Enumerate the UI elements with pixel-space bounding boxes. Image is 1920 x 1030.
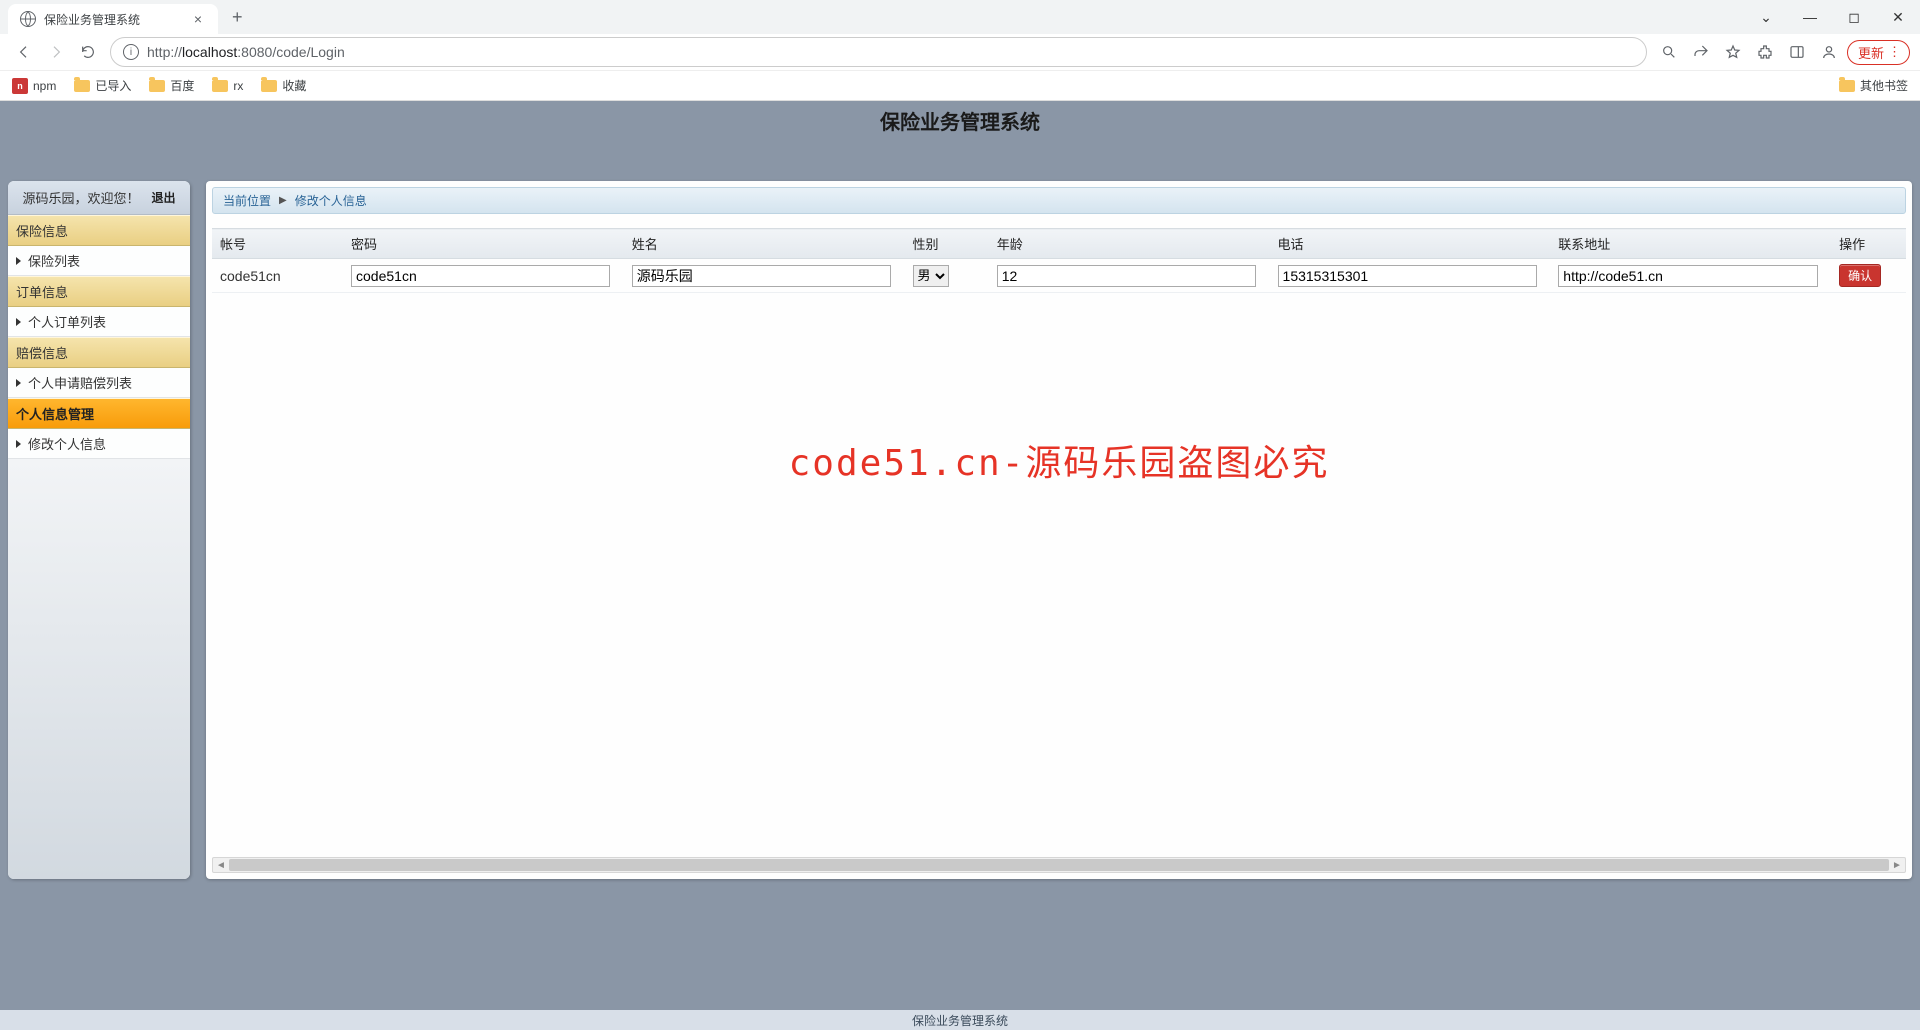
th-name: 姓名 (624, 229, 905, 259)
breadcrumb-root[interactable]: 当前位置 (223, 192, 271, 209)
scrollbar-thumb[interactable] (229, 859, 1889, 871)
browser-tab[interactable]: 保险业务管理系统 × (8, 4, 218, 34)
nav-bar: i http://localhost:8080/code/Login 更新 ⋮ (0, 34, 1920, 70)
sidebar-item-insurance-list[interactable]: 保险列表 (8, 246, 190, 276)
gender-select[interactable]: 男 (913, 265, 949, 287)
folder-icon (1839, 80, 1855, 92)
th-age: 年龄 (989, 229, 1270, 259)
window-close-icon[interactable]: ✕ (1876, 2, 1920, 32)
th-password: 密码 (343, 229, 624, 259)
npm-icon: n (12, 78, 28, 94)
bookmark-other[interactable]: 其他书签 (1839, 77, 1908, 94)
cell-account: code51cn (212, 259, 343, 293)
th-phone: 电话 (1270, 229, 1551, 259)
new-tab-button[interactable]: + (218, 7, 257, 28)
star-icon[interactable] (1719, 38, 1747, 66)
th-action: 操作 (1831, 229, 1906, 259)
sidebar-cat-order[interactable]: 订单信息 (8, 276, 190, 307)
password-field[interactable] (351, 265, 610, 287)
sidebar-cat-insurance[interactable]: 保险信息 (8, 215, 190, 246)
footer-text: 保险业务管理系统 (912, 1012, 1008, 1029)
page-title: 保险业务管理系统 (880, 106, 1040, 135)
table-row: code51cn 男 确认 (212, 259, 1906, 293)
th-address: 联系地址 (1550, 229, 1831, 259)
url-host: localhost (182, 44, 237, 60)
share-icon[interactable] (1687, 38, 1715, 66)
chevron-down-icon[interactable]: ⌄ (1744, 2, 1788, 32)
zoom-icon[interactable] (1655, 38, 1683, 66)
back-button[interactable] (10, 38, 38, 66)
sidepanel-icon[interactable] (1783, 38, 1811, 66)
forward-button[interactable] (42, 38, 70, 66)
extensions-icon[interactable] (1751, 38, 1779, 66)
sidebar-cat-profile[interactable]: 个人信息管理 (8, 398, 190, 429)
scroll-right-icon[interactable]: ► (1889, 858, 1905, 872)
breadcrumb-current[interactable]: 修改个人信息 (295, 192, 367, 209)
tab-title: 保险业务管理系统 (44, 11, 190, 28)
url-path: /code/Login (272, 44, 344, 60)
name-field[interactable] (632, 265, 891, 287)
sidebar-item-edit-profile[interactable]: 修改个人信息 (8, 429, 190, 459)
logout-button[interactable]: 退出 (152, 189, 176, 206)
update-label: 更新 (1858, 43, 1884, 62)
bookmark-fav[interactable]: 收藏 (261, 77, 306, 94)
browser-chrome: 保险业务管理系统 × + ⌄ — ◻ ✕ i http://localhost:… (0, 0, 1920, 101)
tab-bar: 保险业务管理系统 × + ⌄ — ◻ ✕ (0, 0, 1920, 34)
maximize-icon[interactable]: ◻ (1832, 2, 1876, 32)
sidebar-fill (8, 459, 190, 879)
footer: 保险业务管理系统 (0, 1010, 1920, 1030)
sidebar: 源码乐园，欢迎您！ 退出 保险信息 保险列表 订单信息 个人订单列表 赔偿信息 … (8, 181, 190, 879)
th-account: 帐号 (212, 229, 343, 259)
sidebar-item-personal-claims[interactable]: 个人申请赔偿列表 (8, 368, 190, 398)
horizontal-scrollbar[interactable]: ◄ ► (212, 857, 1906, 873)
folder-icon (261, 80, 277, 92)
form-table: 帐号 密码 姓名 性别 年龄 电话 联系地址 操作 code51cn (212, 228, 1906, 293)
bookmark-baidu[interactable]: 百度 (149, 77, 194, 94)
main-panel: 当前位置 ▶ 修改个人信息 帐号 密码 姓名 性别 年龄 (206, 181, 1912, 879)
welcome-bar: 源码乐园，欢迎您！ 退出 (8, 181, 190, 215)
close-icon[interactable]: × (190, 11, 206, 27)
welcome-text: 源码乐园，欢迎您！ (22, 188, 139, 207)
bookmarks-bar: nnpm 已导入 百度 rx 收藏 其他书签 (0, 70, 1920, 100)
folder-icon (149, 80, 165, 92)
bookmark-imported[interactable]: 已导入 (74, 77, 131, 94)
th-gender: 性别 (905, 229, 989, 259)
site-info-icon[interactable]: i (123, 44, 139, 60)
table-header-row: 帐号 密码 姓名 性别 年龄 电话 联系地址 操作 (212, 229, 1906, 259)
chevron-right-icon: ▶ (279, 195, 287, 206)
url-port: :8080 (237, 44, 272, 60)
globe-icon (20, 11, 36, 27)
url-bar[interactable]: i http://localhost:8080/code/Login (110, 37, 1647, 67)
menu-icon: ⋮ (1888, 44, 1899, 60)
age-field[interactable] (997, 265, 1256, 287)
window-controls: ⌄ — ◻ ✕ (1744, 0, 1920, 34)
confirm-button[interactable]: 确认 (1839, 264, 1881, 287)
url-scheme: http:// (147, 44, 182, 60)
folder-icon (74, 80, 90, 92)
reload-button[interactable] (74, 38, 102, 66)
folder-icon (212, 80, 228, 92)
minimize-icon[interactable]: — (1788, 2, 1832, 32)
update-button[interactable]: 更新 ⋮ (1847, 40, 1910, 65)
scroll-left-icon[interactable]: ◄ (213, 858, 229, 872)
app-body: 源码乐园，欢迎您！ 退出 保险信息 保险列表 订单信息 个人订单列表 赔偿信息 … (0, 139, 1920, 1011)
bookmark-rx[interactable]: rx (212, 79, 243, 93)
app-header: 保险业务管理系统 (0, 101, 1920, 139)
bookmark-npm[interactable]: nnpm (12, 78, 56, 94)
address-field[interactable] (1558, 265, 1817, 287)
phone-field[interactable] (1278, 265, 1537, 287)
sidebar-cat-claim[interactable]: 赔偿信息 (8, 337, 190, 368)
profile-icon[interactable] (1815, 38, 1843, 66)
breadcrumb: 当前位置 ▶ 修改个人信息 (212, 187, 1906, 214)
sidebar-item-personal-orders[interactable]: 个人订单列表 (8, 307, 190, 337)
